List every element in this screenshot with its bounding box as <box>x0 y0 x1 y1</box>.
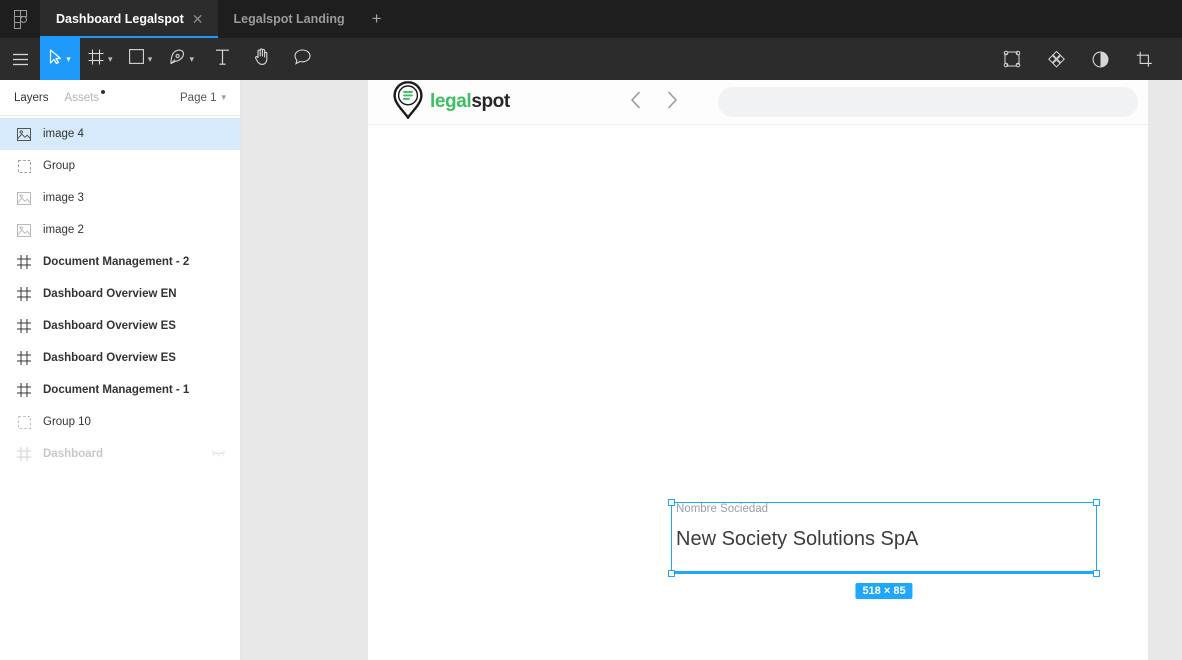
tab-label: Legalspot Landing <box>233 12 345 26</box>
search-input[interactable] <box>717 87 1138 117</box>
logo-word-spot: spot <box>471 91 510 112</box>
layer-name: Dashboard Overview ES <box>43 320 176 332</box>
shape-tool[interactable]: ▾ <box>121 38 161 80</box>
frame-icon <box>17 319 31 333</box>
legalspot-logo: legalspot <box>393 80 510 124</box>
layer-row-dashboard-overview-en[interactable]: Dashboard Overview EN <box>0 278 240 310</box>
diamond-grid-icon[interactable] <box>1042 38 1070 80</box>
chevron-down-icon: ▾ <box>221 92 226 102</box>
layer-row-dashboard[interactable]: Dashboard <box>0 438 240 470</box>
layer-row-group[interactable]: Group <box>0 150 240 182</box>
chevron-down-icon[interactable]: ▾ <box>108 54 113 65</box>
text-t-icon <box>215 49 230 70</box>
field-underline <box>672 571 1096 573</box>
tab-label: Dashboard Legalspot <box>56 12 184 26</box>
figma-logo-icon[interactable] <box>0 0 40 38</box>
layer-row-group-10[interactable]: Group 10 <box>0 406 240 438</box>
eye-hidden-icon[interactable] <box>211 448 226 461</box>
layer-name: Document Management - 1 <box>43 384 190 396</box>
move-tool[interactable]: ▾ <box>40 38 80 80</box>
frame-icon <box>17 447 31 461</box>
tab-dashboard-legalspot[interactable]: Dashboard Legalspot ✕ <box>40 0 218 38</box>
layer-row-document-management-1[interactable]: Document Management - 1 <box>0 374 240 406</box>
pen-tool[interactable]: ▾ <box>161 38 203 80</box>
contrast-circle-icon[interactable] <box>1086 38 1114 80</box>
text-tool[interactable] <box>202 38 242 80</box>
layer-row-image-3[interactable]: image 3 <box>0 182 240 214</box>
toolbar-right-group <box>998 38 1182 80</box>
page-selector[interactable]: Page 1 ▾ <box>180 92 226 104</box>
hand-tool[interactable] <box>242 38 282 80</box>
app-header: legalspot <box>368 80 1148 125</box>
layer-name: Dashboard <box>43 448 104 460</box>
logo-word-legal: legal <box>430 91 472 112</box>
tab-assets[interactable]: Assets <box>64 89 106 104</box>
comment-tool[interactable] <box>282 38 322 80</box>
group-icon <box>17 159 31 173</box>
image-icon <box>17 223 31 237</box>
chevron-down-icon[interactable]: ▾ <box>190 54 195 65</box>
chevron-right-icon[interactable] <box>667 91 678 114</box>
design-canvas[interactable]: legalspot Nombre Sociedad New Society So… <box>241 80 1182 660</box>
resize-handle-top-left[interactable] <box>668 499 675 506</box>
layer-row-image-2[interactable]: image 2 <box>0 214 240 246</box>
layer-row-dashboard-overview-es-1[interactable]: Dashboard Overview ES <box>0 310 240 342</box>
component-icon[interactable] <box>998 38 1026 80</box>
pen-icon <box>169 49 186 70</box>
frame-icon <box>17 383 31 397</box>
frame-icon <box>17 287 31 301</box>
hand-icon <box>254 48 270 70</box>
chevron-left-icon[interactable] <box>630 91 641 114</box>
resize-handle-bottom-left[interactable] <box>668 570 675 577</box>
layer-name: Group 10 <box>43 416 91 428</box>
new-tab-button[interactable]: + <box>359 0 395 38</box>
square-icon <box>128 49 144 69</box>
resize-handle-top-right[interactable] <box>1093 499 1100 506</box>
close-icon[interactable]: ✕ <box>192 12 204 26</box>
legalspot-pin-icon <box>393 80 423 124</box>
page-selector-label: Page 1 <box>180 91 217 104</box>
tab-layers[interactable]: Layers <box>14 92 49 104</box>
layers-panel: Layers Assets Page 1 ▾ image 4 Group ima… <box>0 80 241 660</box>
image-icon <box>17 191 31 205</box>
frame-icon <box>88 49 104 70</box>
assets-dot-indicator <box>101 89 106 94</box>
crop-icon[interactable] <box>1130 38 1158 80</box>
layer-name: image 3 <box>43 192 84 204</box>
frame-icon <box>17 351 31 365</box>
layer-name: Dashboard Overview EN <box>43 288 177 300</box>
legalspot-wordmark: legalspot <box>430 91 510 113</box>
hamburger-menu-icon[interactable] <box>0 38 40 80</box>
artboard-dashboard[interactable]: legalspot Nombre Sociedad New Society So… <box>368 80 1148 660</box>
tab-assets-label: Assets <box>64 91 100 104</box>
panel-header: Layers Assets Page 1 ▾ <box>0 80 240 116</box>
chevron-down-icon[interactable]: ▾ <box>148 54 153 65</box>
nav-arrows <box>630 91 678 114</box>
field-value[interactable]: New Society Solutions SpA <box>676 528 918 551</box>
editor-toolbar: ▾ ▾ ▾ ▾ <box>0 38 1182 80</box>
cursor-arrow-icon <box>49 48 62 70</box>
frame-tool[interactable]: ▾ <box>80 38 121 80</box>
comment-bubble-icon <box>294 48 311 70</box>
layer-name: Dashboard Overview ES <box>43 352 176 364</box>
tab-legalspot-landing[interactable]: Legalspot Landing <box>218 0 359 38</box>
layer-list: image 4 Group image 3 image 2 Document M… <box>0 116 240 470</box>
layer-row-document-management-2[interactable]: Document Management - 2 <box>0 246 240 278</box>
frame-icon <box>17 255 31 269</box>
layer-name: image 4 <box>43 128 84 140</box>
layer-row-image-4[interactable]: image 4 <box>0 118 240 150</box>
group-icon <box>17 415 31 429</box>
browser-tab-bar: Dashboard Legalspot ✕ Legalspot Landing … <box>0 0 1182 38</box>
resize-handle-bottom-right[interactable] <box>1093 570 1100 577</box>
layer-name: Group <box>43 160 75 172</box>
layer-name: image 2 <box>43 224 84 236</box>
layer-name: Document Management - 2 <box>43 256 190 268</box>
layer-row-dashboard-overview-es-2[interactable]: Dashboard Overview ES <box>0 342 240 374</box>
field-label: Nombre Sociedad <box>676 503 769 515</box>
chevron-down-icon[interactable]: ▾ <box>66 54 71 65</box>
selected-field-nombre-sociedad[interactable]: Nombre Sociedad New Society Solutions Sp… <box>668 499 1100 599</box>
size-badge: 518 × 85 <box>855 583 913 599</box>
image-icon <box>17 127 31 141</box>
